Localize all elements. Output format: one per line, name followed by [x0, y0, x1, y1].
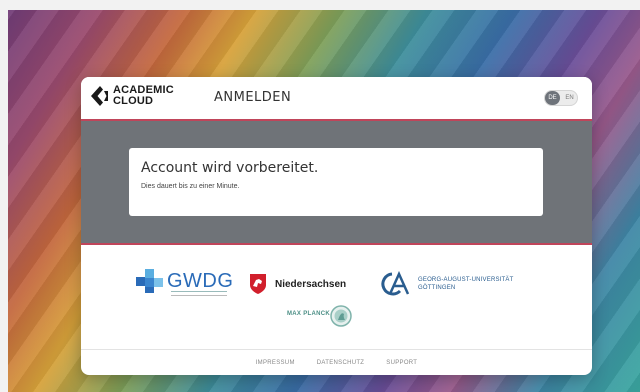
uni-goettingen-wordmark: GEORG-AUGUST-UNIVERSITÄT GÖTTINGEN — [418, 276, 513, 292]
uni-goettingen-logo[interactable]: GEORG-AUGUST-UNIVERSITÄT GÖTTINGEN — [378, 271, 513, 297]
status-message-box: Account wird vorbereitet. Dies dauert bi… — [129, 148, 543, 216]
card-header: ACADEMIC CLOUD ANMELDEN DE EN — [81, 77, 592, 121]
gwdg-wordmark: GWDG — [167, 270, 234, 292]
footer-link-support[interactable]: SUPPORT — [386, 360, 417, 366]
status-subtitle: Dies dauert bis zu einer Minute. — [141, 183, 240, 190]
page-title: ANMELDEN — [214, 90, 292, 105]
lang-option-en[interactable]: EN — [562, 91, 577, 105]
max-planck-text: MAX PLANCK — [287, 311, 330, 322]
max-planck-wordmark: MAX PLANCK — [287, 310, 330, 317]
max-planck-logo[interactable]: MAX PLANCK — [287, 305, 352, 327]
uni-name-line-1: GEORG-AUGUST-UNIVERSITÄT — [418, 277, 514, 283]
academic-cloud-logo-icon — [91, 86, 108, 106]
max-planck-tagline-mark — [287, 317, 330, 322]
lang-option-de[interactable]: DE — [545, 91, 560, 105]
niedersachsen-wordmark: Niedersachsen — [275, 278, 347, 290]
logo-line-2: CLOUD — [113, 95, 154, 107]
status-panel: Account wird vorbereitet. Dies dauert bi… — [81, 121, 592, 245]
niedersachsen-logo[interactable]: Niedersachsen — [249, 273, 346, 295]
login-card: ACADEMIC CLOUD ANMELDEN DE EN Account wi… — [81, 77, 592, 375]
gwdg-puzzle-icon — [136, 269, 163, 293]
partner-logos: GWDG Niedersachsen GEORG-AUGUST-UNIVERSI… — [81, 245, 592, 349]
language-toggle[interactable]: DE EN — [544, 90, 578, 106]
card-footer: IMPRESSUM DATENSCHUTZ SUPPORT — [81, 349, 592, 375]
uni-goettingen-emblem-icon — [381, 271, 410, 296]
max-planck-minerva-icon — [330, 305, 352, 327]
uni-name-line-2: GÖTTINGEN — [418, 285, 456, 291]
logo-wordmark: ACADEMIC CLOUD — [113, 85, 174, 107]
gwdg-logo[interactable]: GWDG — [135, 269, 234, 296]
footer-link-impressum[interactable]: IMPRESSUM — [256, 360, 295, 366]
niedersachsen-crest-icon — [250, 274, 266, 294]
academic-cloud-logo[interactable]: ACADEMIC CLOUD — [89, 85, 174, 107]
status-title: Account wird vorbereitet. — [141, 160, 319, 176]
gwdg-tagline — [171, 291, 227, 296]
footer-link-datenschutz[interactable]: DATENSCHUTZ — [317, 360, 365, 366]
